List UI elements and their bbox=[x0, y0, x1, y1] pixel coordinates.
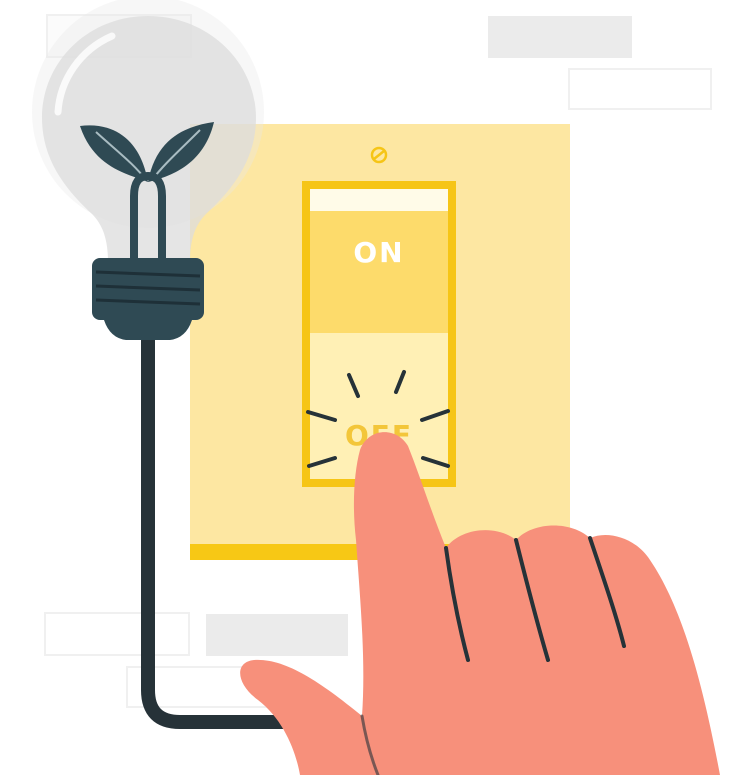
switch-highlight bbox=[310, 189, 448, 211]
switch-on-half[interactable] bbox=[310, 211, 448, 333]
switch-on-label: ON bbox=[353, 236, 404, 269]
light-switch-illustration: ON OFF bbox=[32, 0, 720, 775]
illustration-canvas: ON OFF bbox=[0, 0, 733, 775]
bulb-base-tip bbox=[104, 320, 192, 340]
